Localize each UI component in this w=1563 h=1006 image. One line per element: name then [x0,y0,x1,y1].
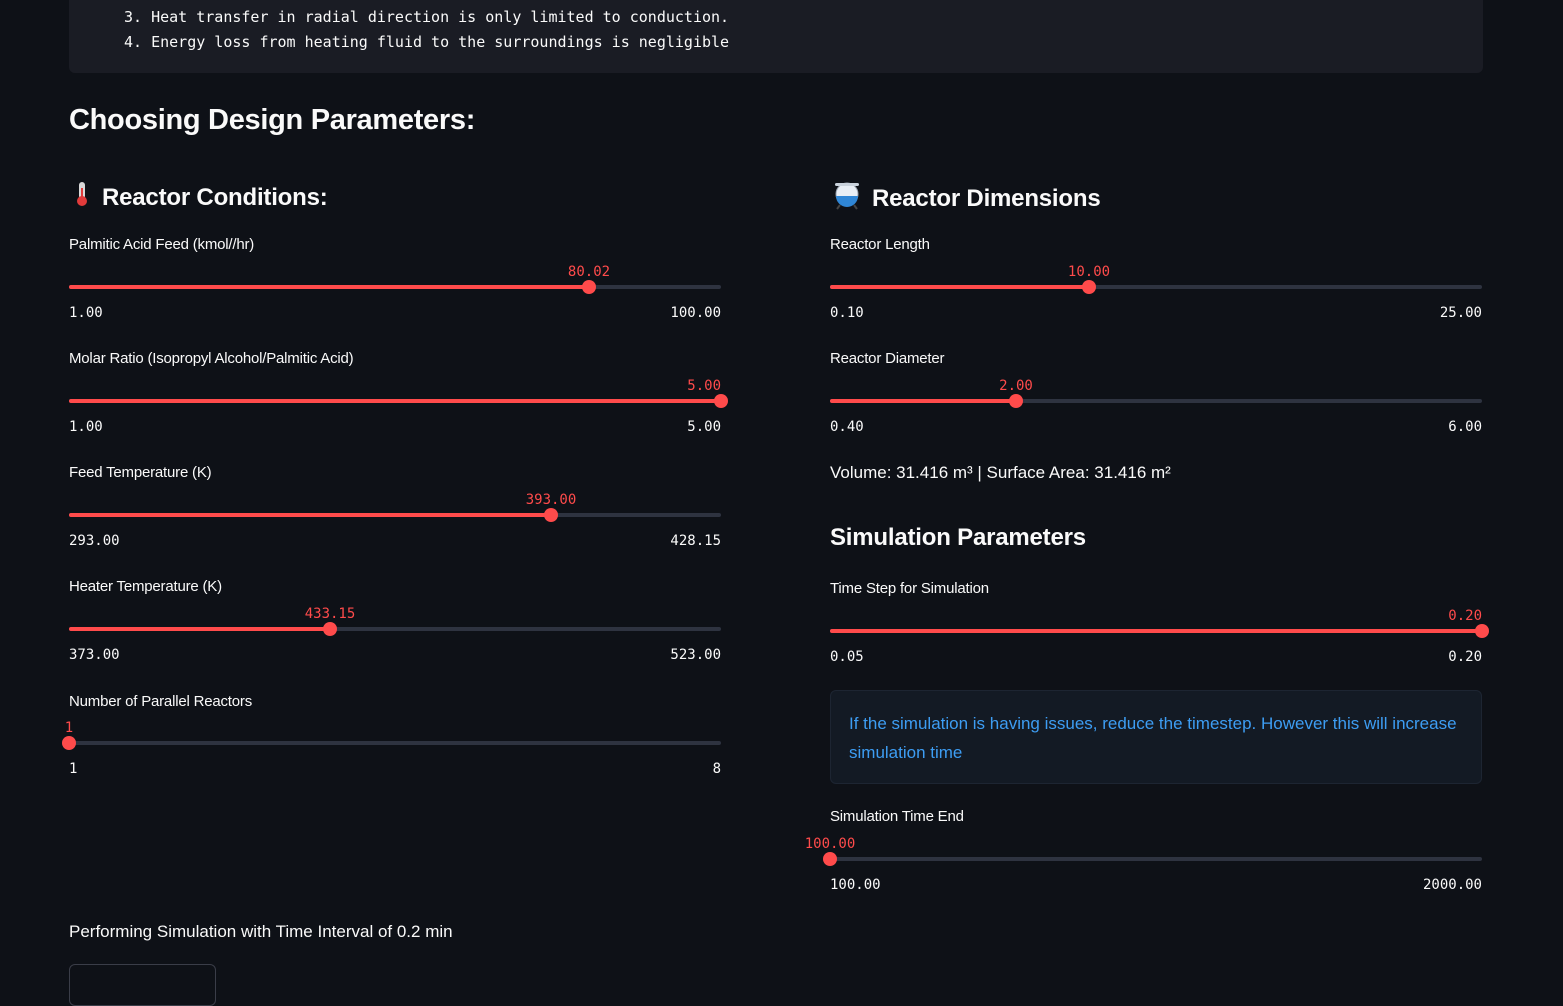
slider-thumb[interactable] [1475,624,1489,638]
slider-thumb[interactable] [823,852,837,866]
time-step-label: Time Step for Simulation [830,580,989,597]
slider-max: 523.00 [670,647,721,663]
slider-fill [830,399,1016,403]
slider-max: 6.00 [1448,419,1482,435]
reactor-length-label: Reactor Length [830,236,930,253]
slider-fill [830,629,1482,633]
parallel-reactors-slider[interactable]: 1 1 8 [62,720,721,800]
flask-icon [832,180,862,217]
slider-max: 428.15 [670,533,721,549]
slider-min: 100.00 [830,877,881,893]
feed-temperature-label: Feed Temperature (K) [69,464,212,481]
palmitic-acid-feed-label: Palmitic Acid Feed (kmol//hr) [69,236,255,253]
slider-min: 293.00 [69,533,120,549]
reactor-diameter-slider[interactable]: 2.00 0.40 6.00 [830,378,1482,458]
palmitic-acid-feed-slider[interactable]: 80.02 1.00 100.00 [69,264,721,344]
slider-max: 2000.00 [1422,877,1482,893]
heater-temperature-slider[interactable]: 433.15 373.00 523.00 [69,606,721,686]
slider-fill [69,285,589,289]
assumptions-code-block: 3. Heat transfer in radial direction is … [69,0,1483,73]
slider-value: 5.00 [687,378,721,394]
parallel-reactors-label: Number of Parallel Reactors [69,693,253,710]
simulation-parameters-heading: Simulation Parameters [830,524,1086,551]
timestep-info-box: If the simulation is having issues, redu… [830,690,1482,784]
slider-track[interactable] [830,857,1482,861]
slider-thumb[interactable] [544,508,558,522]
slider-min: 0.05 [830,649,864,665]
slider-value: 100.00 [804,836,856,852]
slider-min: 1.00 [69,305,103,321]
run-simulation-button[interactable] [69,964,216,1006]
reactor-dimensions-heading: Reactor Dimensions [832,180,1101,217]
time-end-label: Simulation Time End [830,808,964,825]
slider-thumb[interactable] [1009,394,1023,408]
slider-thumb[interactable] [1082,280,1096,294]
molar-ratio-slider[interactable]: 5.00 1.00 5.00 [69,378,728,458]
reactor-length-slider[interactable]: 10.00 0.10 25.00 [830,264,1482,344]
feed-temperature-slider[interactable]: 393.00 293.00 428.15 [69,492,721,572]
assumption-line: 4. Energy loss from heating fluid to the… [124,33,730,51]
slider-value: 80.02 [567,264,611,280]
slider-fill [69,399,721,403]
slider-max: 100.00 [670,305,721,321]
slider-thumb[interactable] [714,394,728,408]
time-step-slider[interactable]: 0.20 0.05 0.20 [830,608,1489,688]
molar-ratio-label: Molar Ratio (Isopropyl Alcohol/Palmitic … [69,350,354,367]
slider-min: 0.40 [830,419,864,435]
slider-value: 0.20 [1448,608,1482,624]
slider-thumb[interactable] [582,280,596,294]
section-title: Choosing Design Parameters: [69,104,476,136]
volume-surface-summary: Volume: 31.416 m³ | Surface Area: 31.416… [830,463,1171,482]
slider-thumb[interactable] [323,622,337,636]
slider-min: 0.10 [830,305,864,321]
slider-value: 1 [64,720,74,736]
slider-fill [69,513,551,517]
slider-fill [69,627,330,631]
slider-value: 10.00 [1067,264,1111,280]
heater-temperature-label: Heater Temperature (K) [69,578,222,595]
slider-max: 8 [712,761,721,777]
slider-min: 373.00 [69,647,120,663]
simulation-status-text: Performing Simulation with Time Interval… [69,922,453,941]
slider-min: 1 [69,761,78,777]
slider-min: 1.00 [69,419,103,435]
slider-max: 0.20 [1448,649,1482,665]
slider-value: 2.00 [999,378,1033,394]
slider-track[interactable] [69,741,721,745]
slider-max: 5.00 [687,419,721,435]
time-end-slider[interactable]: 100.00 100.00 2000.00 [805,836,1482,916]
slider-value: 393.00 [525,492,577,508]
thermometer-icon [72,180,92,215]
reactor-diameter-label: Reactor Diameter [830,350,945,367]
slider-fill [830,285,1089,289]
assumption-line: 3. Heat transfer in radial direction is … [124,8,730,26]
slider-thumb[interactable] [62,736,76,750]
reactor-conditions-heading: Reactor Conditions: [72,180,328,215]
slider-value: 433.15 [304,606,356,622]
slider-max: 25.00 [1439,305,1482,321]
